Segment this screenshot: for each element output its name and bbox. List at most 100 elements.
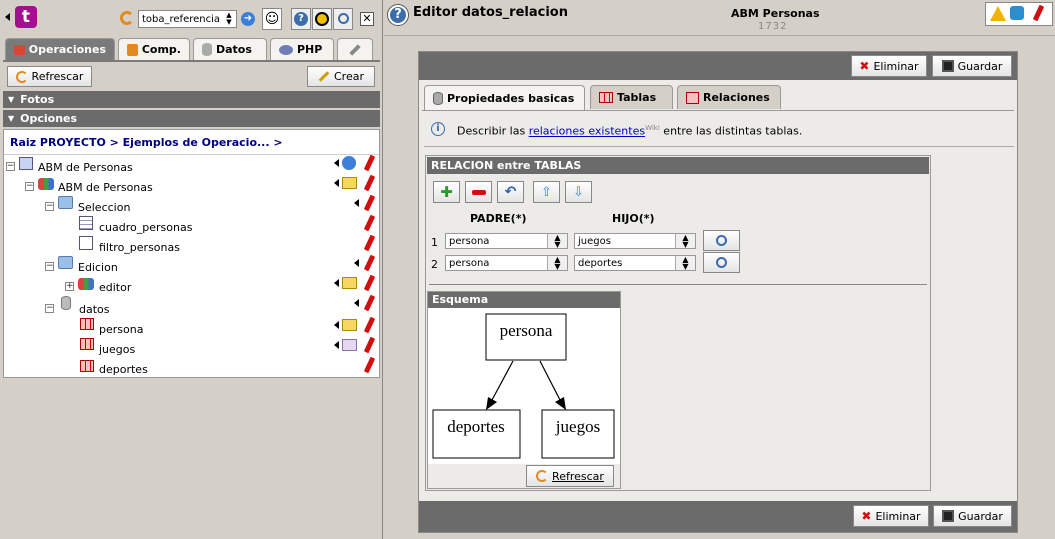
project-select[interactable]: toba_referencia ▲ ▼ (138, 10, 237, 28)
tree-item-label[interactable]: editor (99, 281, 131, 294)
tree-item-label[interactable]: Edicion (78, 261, 118, 274)
row-number: 1 (431, 236, 438, 249)
navigate-icon[interactable] (342, 156, 356, 170)
sync-icon[interactable] (120, 11, 134, 25)
schema-refresh-button[interactable]: Refrescar (526, 465, 614, 487)
expand-left-icon[interactable] (334, 179, 339, 187)
floppy-icon (941, 60, 954, 72)
help-icon[interactable]: ? (291, 8, 311, 30)
collapse-toggle-icon[interactable]: − (25, 182, 34, 191)
delete-label: Eliminar (873, 59, 919, 73)
radiation-icon[interactable] (312, 8, 332, 30)
tab-datos[interactable]: Datos (193, 38, 267, 60)
tree-item-label[interactable]: Seleccion (78, 201, 130, 214)
tab-php-label: PHP (297, 43, 323, 56)
component-icon[interactable] (1010, 6, 1024, 20)
tab-php[interactable]: PHP (270, 38, 334, 60)
wrench-icon (349, 43, 361, 56)
collapse-toggle-icon[interactable]: − (45, 202, 54, 211)
tab-propiedades-basicas[interactable]: Propiedades basicas (424, 85, 585, 111)
save-button-bottom[interactable]: Guardar (933, 505, 1012, 527)
header-help-icon[interactable]: ? (388, 5, 408, 25)
add-row-button[interactable]: ✚ (433, 181, 460, 203)
collapse-left-arrow-icon[interactable] (5, 13, 10, 21)
plus-icon: ✚ (440, 183, 453, 201)
expand-toggle-icon[interactable]: + (65, 282, 74, 291)
folder-open-icon[interactable] (342, 319, 357, 331)
undo-button[interactable]: ↶ (497, 181, 524, 203)
expand-left-icon[interactable] (334, 279, 339, 287)
expand-left-icon[interactable] (334, 159, 339, 167)
tab-operaciones[interactable]: Operaciones (5, 38, 115, 60)
tab-tablas-label: Tablas (617, 91, 657, 104)
expand-left-icon[interactable] (354, 299, 359, 307)
expand-left-icon[interactable] (334, 341, 339, 349)
tree-item-label[interactable]: persona (99, 323, 143, 336)
tab-underline (3, 60, 380, 62)
tree-item-label[interactable]: datos (79, 303, 110, 316)
child-select[interactable]: juegos ▲ ▼ (574, 233, 696, 249)
node-deportes-label: deportes (447, 417, 505, 436)
breadcrumb[interactable]: Raiz PROYECTO > Ejemplos de Operacio... … (10, 136, 283, 149)
left-refresh-button[interactable]: Refrescar (7, 66, 92, 87)
parent-select[interactable]: persona ▲ ▼ (445, 255, 568, 271)
page-title: Editor datos_relacion (413, 5, 568, 20)
tree-item-label[interactable]: cuadro_personas (99, 221, 192, 234)
info-link[interactable]: relaciones existentes (529, 125, 645, 138)
expand-left-icon[interactable] (354, 259, 359, 267)
create-button[interactable]: Crear (307, 66, 375, 87)
relation-title: RELACION entre TABLAS (427, 157, 929, 174)
tree-item-label[interactable]: ABM de Personas (58, 181, 153, 194)
section-opciones[interactable]: ▼ Opciones (3, 110, 380, 127)
go-icon[interactable]: ➜ (241, 12, 255, 26)
create-label: Crear (334, 70, 364, 83)
wiki-sup[interactable]: Wiki (645, 124, 660, 132)
tree-item-label[interactable]: juegos (99, 343, 135, 356)
tree-item-label[interactable]: ABM de Personas (38, 161, 133, 174)
tab-tools[interactable] (337, 38, 373, 60)
magnifier-icon[interactable] (333, 8, 353, 30)
user-icon[interactable]: ☺ (262, 8, 282, 30)
rows-divider (429, 284, 927, 285)
select-stepper-icon: ▲ ▼ (675, 256, 695, 271)
move-up-button[interactable]: ⇧ (533, 181, 560, 203)
section-opciones-label: Opciones (20, 112, 78, 125)
section-fotos-label: Fotos (20, 93, 55, 106)
warning-icon[interactable] (990, 6, 1006, 21)
tree-item-label[interactable]: filtro_personas (99, 241, 180, 254)
form-icon (79, 236, 93, 250)
lookup-button[interactable] (703, 230, 740, 251)
lookup-button[interactable] (703, 252, 740, 273)
tab-relaciones[interactable]: Relaciones (677, 85, 781, 109)
tab-comp[interactable]: Comp. (118, 38, 190, 60)
operation-icon (19, 157, 33, 170)
expand-left-icon[interactable] (334, 321, 339, 329)
operaciones-icon (14, 44, 25, 55)
close-icon[interactable]: ✕ (360, 12, 374, 26)
delete-button-top[interactable]: ✖ Eliminar (851, 55, 927, 77)
database-icon (61, 296, 71, 310)
toba-logo-icon[interactable]: t (15, 6, 37, 28)
tab-tablas[interactable]: Tablas (590, 85, 673, 109)
parent-select[interactable]: persona ▲ ▼ (445, 233, 568, 249)
folder-open-icon[interactable] (342, 277, 357, 289)
db-table-icon (599, 92, 613, 103)
tree-item-label[interactable]: deportes (99, 363, 148, 376)
folder-edit-icon[interactable] (342, 339, 357, 351)
move-down-button[interactable]: ⇩ (565, 181, 592, 203)
refresh-icon (15, 70, 28, 83)
remove-row-button[interactable] (465, 181, 492, 203)
child-select[interactable]: deportes ▲ ▼ (574, 255, 696, 271)
ci-icon (38, 178, 54, 190)
collapse-toggle-icon[interactable]: − (45, 304, 54, 313)
save-button-top[interactable]: Guardar (932, 55, 1012, 77)
folder-open-icon[interactable] (342, 177, 357, 189)
wand-icon (318, 71, 330, 82)
collapse-toggle-icon[interactable]: − (45, 262, 54, 271)
delete-button-bottom[interactable]: ✖ Eliminar (853, 505, 929, 527)
section-fotos[interactable]: ▼ Fotos (3, 91, 380, 108)
minus-icon (471, 189, 486, 195)
collapse-toggle-icon[interactable]: − (6, 162, 15, 171)
expand-left-icon[interactable] (354, 199, 359, 207)
select-stepper-icon: ▲ ▼ (547, 234, 567, 249)
